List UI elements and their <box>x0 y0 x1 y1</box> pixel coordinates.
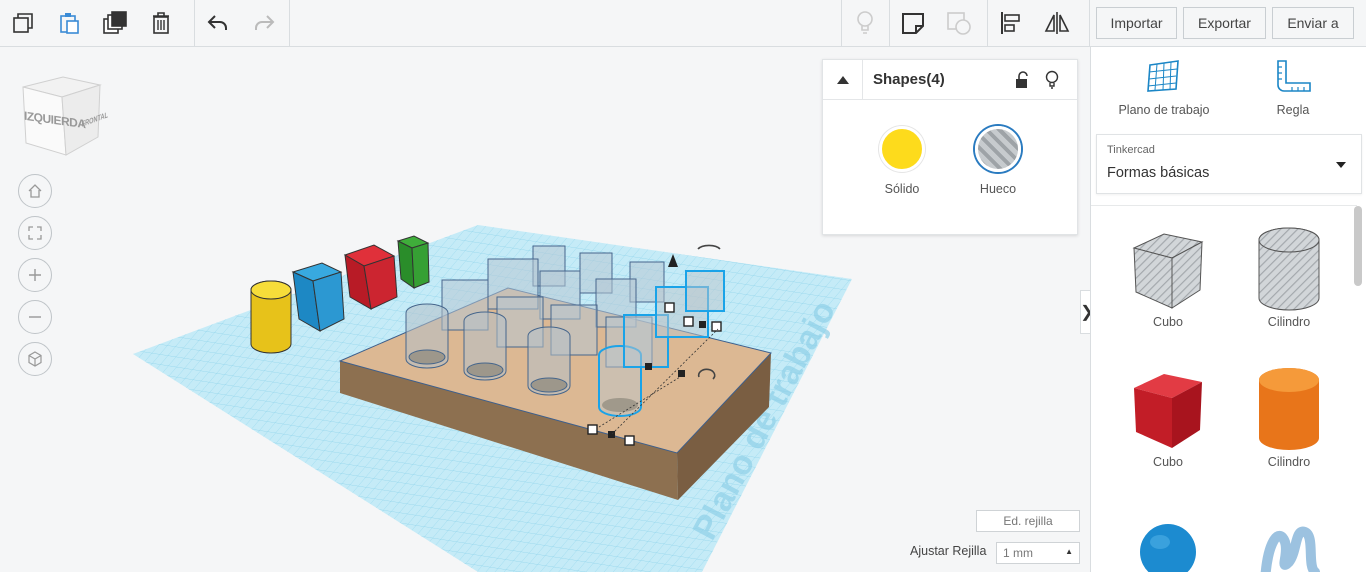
send-to-button[interactable]: Enviar a <box>1272 7 1354 39</box>
shape-label: Cilindro <box>1267 315 1311 329</box>
export-button[interactable]: Exportar <box>1183 7 1266 39</box>
shape-inspector-panel: Shapes(4) Sólido Hueco <box>822 59 1078 235</box>
main-toolbar <box>0 0 1090 47</box>
shape-category-select[interactable]: Tinkercad Formas básicas <box>1096 134 1362 194</box>
shape-library-sidebar: Plano de trabajo Regla Tinkercad Formas … <box>1090 47 1366 572</box>
hole-label: Hueco <box>979 182 1017 196</box>
scribble-icon <box>1260 526 1320 572</box>
solid-option[interactable]: Sólido <box>867 126 937 196</box>
note-icon[interactable] <box>890 0 936 46</box>
shape-inspector-title: Shapes(4) <box>873 71 945 88</box>
select-arrow-icon: ▲ <box>1065 547 1073 556</box>
zoom-out-button[interactable] <box>18 300 52 334</box>
lock-button[interactable] <box>1007 65 1037 95</box>
unlock-icon <box>1016 70 1028 88</box>
shape-grid: Cubo Cilindro Cubo Cilindro <box>1091 205 1357 572</box>
shape-tile-hole-cylinder[interactable]: Cilindro <box>1229 226 1349 329</box>
home-view-button[interactable] <box>18 174 52 208</box>
shape-tile-box[interactable]: Cubo <box>1108 366 1228 469</box>
cylinder-icon <box>1259 368 1319 450</box>
zoom-in-icon <box>29 269 41 281</box>
copy-icon[interactable] <box>0 0 46 46</box>
shape-label: Cilindro <box>1267 455 1311 469</box>
collapse-panel-button[interactable] <box>823 59 863 100</box>
shape-tile-scribble[interactable] <box>1229 512 1349 572</box>
toolbar-divider <box>289 0 290 46</box>
zoom-out-icon <box>29 316 41 318</box>
align-icon[interactable] <box>988 0 1034 46</box>
snap-grid-value: 1 mm <box>1003 546 1033 560</box>
green-box[interactable] <box>396 235 430 289</box>
shape-tile-sphere[interactable] <box>1108 512 1228 572</box>
snap-grid-select[interactable]: 1 mm ▲ <box>996 542 1080 564</box>
home-icon <box>28 184 42 198</box>
duplicate-icon[interactable] <box>92 0 138 46</box>
sphere-icon <box>1140 524 1196 572</box>
paste-icon[interactable] <box>46 0 92 46</box>
shape-tile-hole-box[interactable]: Cubo <box>1108 226 1228 329</box>
shape-inspector-header: Shapes(4) <box>823 59 1077 100</box>
hole-cylinder-icon <box>1258 227 1320 311</box>
ruler-tool[interactable]: Regla <box>1233 59 1353 117</box>
shape-label: Cubo <box>1153 455 1183 469</box>
box-icon <box>1134 374 1202 448</box>
group-icon[interactable] <box>936 0 982 46</box>
export-actions: Importar Exportar Enviar a <box>1090 0 1366 47</box>
mirror-icon[interactable] <box>1034 0 1080 46</box>
fit-view-icon <box>28 226 42 240</box>
shape-label: Cubo <box>1153 315 1183 329</box>
yellow-cylinder[interactable] <box>250 280 292 354</box>
library-name: Tinkercad <box>1107 144 1155 156</box>
ruler-icon <box>1277 60 1311 92</box>
hide-button[interactable] <box>1037 65 1067 95</box>
shape-tile-cylinder[interactable]: Cilindro <box>1229 366 1349 469</box>
view-cube[interactable]: IZQUIERDA FRONTAL <box>18 75 108 157</box>
hole-option[interactable]: Hueco <box>963 126 1033 196</box>
edit-grid-button[interactable]: Ed. rejilla <box>976 510 1080 532</box>
workplane-label: Plano de trabajo <box>1118 103 1210 117</box>
ruler-label: Regla <box>1276 103 1310 117</box>
workplane-icon <box>1147 60 1179 92</box>
workplane-tool[interactable]: Plano de trabajo <box>1104 59 1224 117</box>
chevron-up-icon <box>836 75 849 84</box>
solid-color-swatch[interactable] <box>879 126 925 172</box>
3d-viewport[interactable]: Plano de trabajo IZQUIERDA FRONTAL Shape… <box>0 47 1090 572</box>
undo-icon[interactable] <box>195 0 241 46</box>
light-bulb-icon[interactable] <box>842 0 888 46</box>
fit-view-button[interactable] <box>18 216 52 250</box>
light-bulb-icon <box>1045 70 1059 89</box>
chevron-down-icon <box>1336 162 1346 168</box>
snap-grid-label: Ajustar Rejilla <box>910 544 987 558</box>
delete-icon[interactable] <box>138 0 184 46</box>
sidebar-scrollbar[interactable] <box>1354 206 1362 286</box>
zoom-in-button[interactable] <box>18 258 52 292</box>
import-button[interactable]: Importar <box>1096 7 1177 39</box>
perspective-button[interactable] <box>18 342 52 376</box>
redo-icon[interactable] <box>241 0 287 46</box>
perspective-icon <box>28 351 42 367</box>
category-name: Formas básicas <box>1107 165 1210 181</box>
hole-swatch[interactable] <box>975 126 1021 172</box>
hole-box-icon <box>1132 233 1204 309</box>
solid-label: Sólido <box>884 182 920 196</box>
